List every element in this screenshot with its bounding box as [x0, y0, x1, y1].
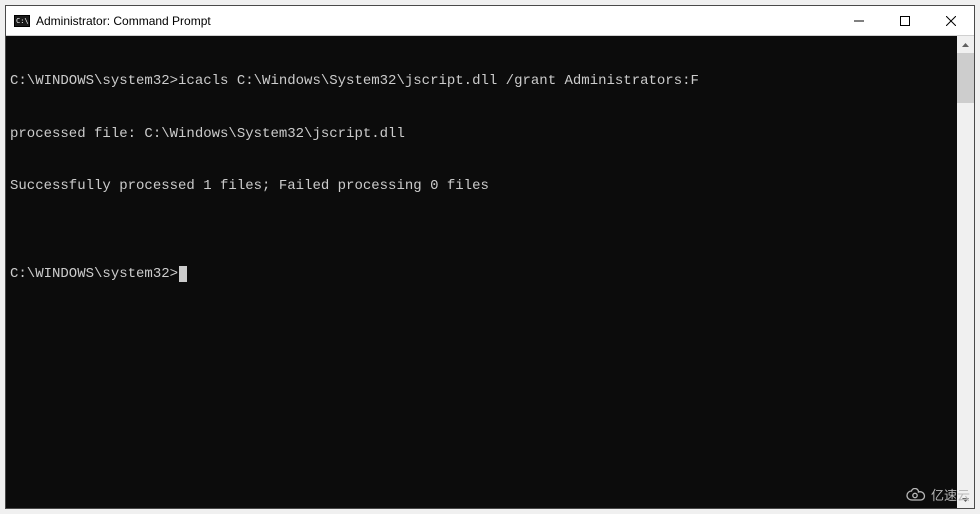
terminal-line: C:\WINDOWS\system32>icacls C:\Windows\Sy… [10, 73, 957, 91]
minimize-icon [854, 16, 864, 26]
vertical-scrollbar[interactable] [957, 36, 974, 508]
scrollbar-track[interactable] [957, 53, 974, 491]
terminal-cursor [179, 266, 187, 282]
app-icon: C:\ [14, 13, 30, 29]
terminal-prompt: C:\WINDOWS\system32> [10, 266, 178, 284]
scrollbar-up-button[interactable] [957, 36, 974, 53]
terminal-prompt-line: C:\WINDOWS\system32> [10, 266, 957, 284]
minimize-button[interactable] [836, 6, 882, 35]
maximize-button[interactable] [882, 6, 928, 35]
maximize-icon [900, 16, 910, 26]
window-title: Administrator: Command Prompt [36, 14, 836, 28]
terminal-line: Successfully processed 1 files; Failed p… [10, 178, 957, 196]
titlebar[interactable]: C:\ Administrator: Command Prompt [6, 6, 974, 36]
terminal-wrapper: C:\WINDOWS\system32>icacls C:\Windows\Sy… [6, 36, 974, 508]
terminal-line: processed file: C:\Windows\System32\jscr… [10, 126, 957, 144]
window-controls [836, 6, 974, 35]
svg-text:C:\: C:\ [16, 17, 29, 25]
chevron-up-icon [962, 43, 969, 47]
chevron-down-icon [962, 498, 969, 502]
scrollbar-thumb[interactable] [957, 53, 974, 103]
close-button[interactable] [928, 6, 974, 35]
terminal-output[interactable]: C:\WINDOWS\system32>icacls C:\Windows\Sy… [6, 36, 957, 508]
command-prompt-window: C:\ Administrator: Command Prompt [5, 5, 975, 509]
scrollbar-down-button[interactable] [957, 491, 974, 508]
close-icon [946, 16, 956, 26]
